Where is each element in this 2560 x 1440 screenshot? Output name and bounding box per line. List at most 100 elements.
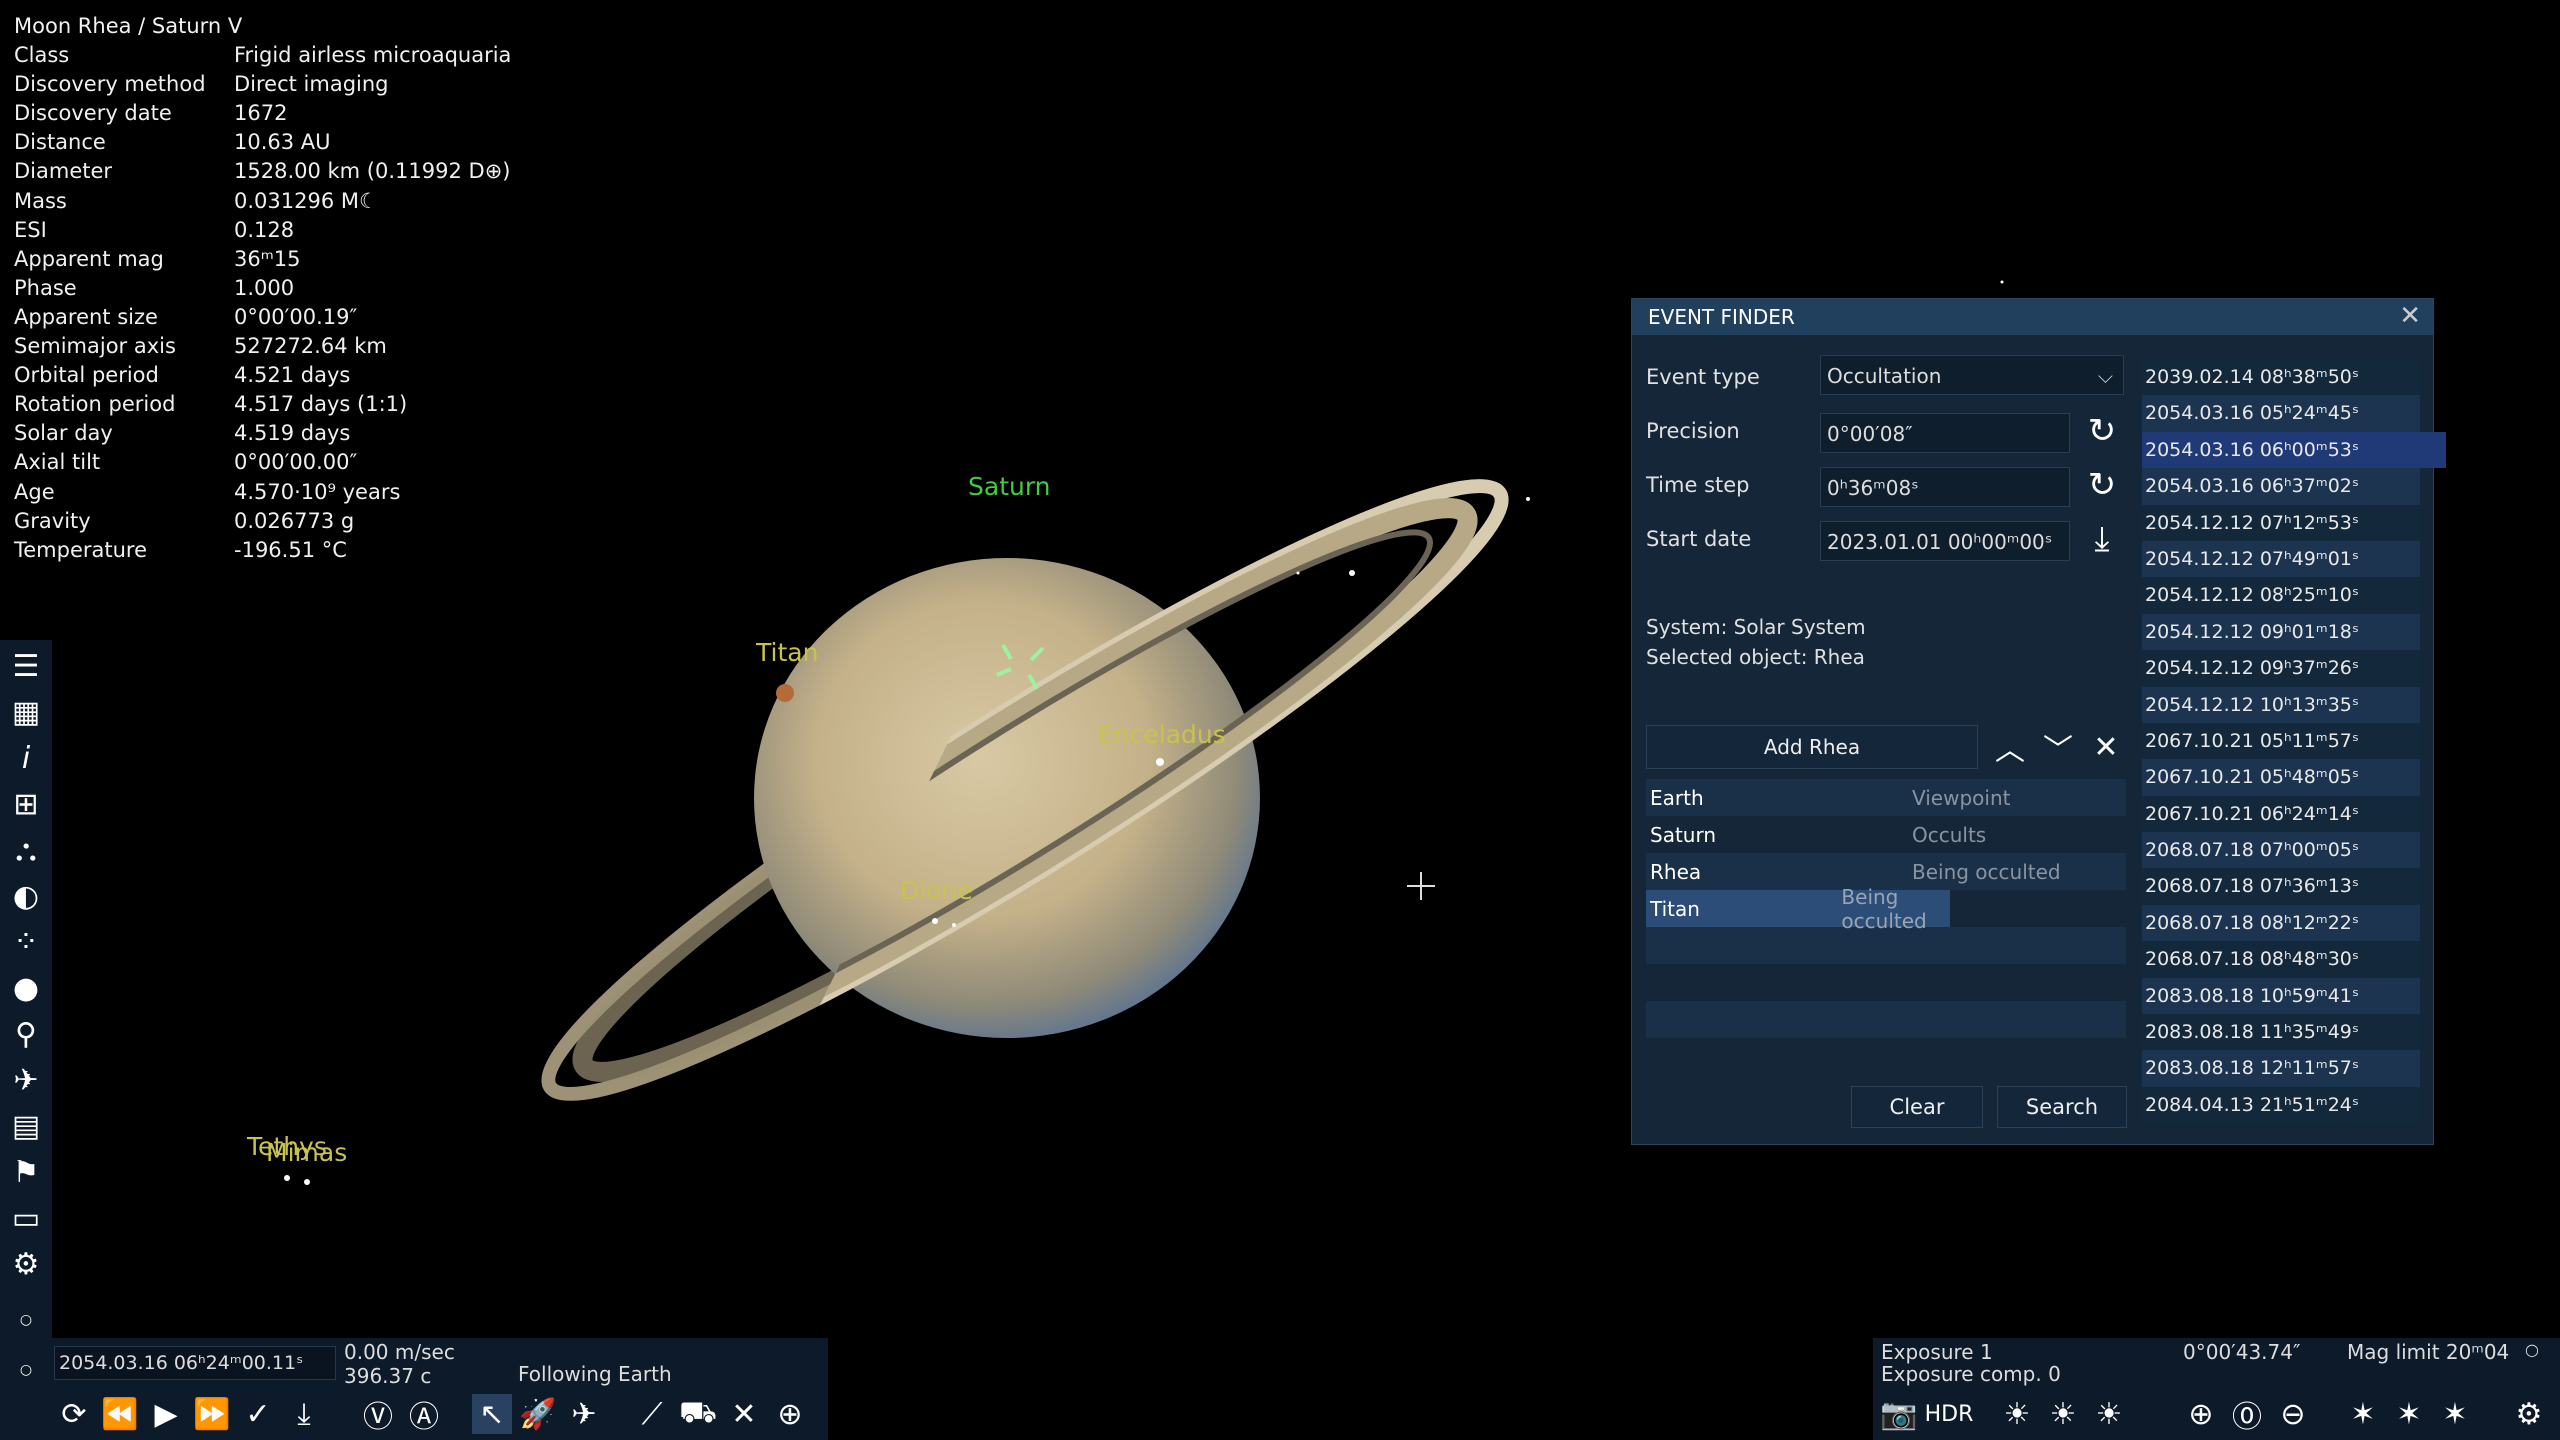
table-row[interactable]: Earth Viewpoint: [1646, 779, 2126, 816]
zoom-out-icon[interactable]: ⊖: [2273, 1394, 2313, 1434]
brightness-down-icon[interactable]: ☀: [1997, 1394, 2037, 1434]
zoom-in-icon[interactable]: ⊕: [2181, 1394, 2221, 1434]
realtime-check-icon[interactable]: ✓: [238, 1394, 278, 1434]
grid-icon[interactable]: ⊞: [6, 784, 46, 824]
label-saturn[interactable]: Saturn: [968, 472, 1051, 501]
list-item[interactable]: 2054.03.16 06ʰ37ᵐ02ˢ: [2142, 468, 2420, 505]
move-down-icon[interactable]: ﹀: [2038, 727, 2078, 768]
remove-icon[interactable]: ✕: [2086, 727, 2126, 767]
flag-icon[interactable]: ⚑: [6, 1152, 46, 1192]
star-brightness-down-icon[interactable]: ✶: [2343, 1394, 2383, 1434]
table-row[interactable]: [1646, 927, 2126, 964]
label-mimas[interactable]: Mimas: [266, 1138, 347, 1167]
cross-arrows-icon[interactable]: ✕: [724, 1394, 764, 1434]
list-item[interactable]: 2067.10.21 06ʰ24ᵐ14ˢ: [2142, 795, 2420, 833]
spaceship-icon[interactable]: ⛟: [678, 1394, 718, 1434]
play-icon[interactable]: ▶: [146, 1394, 186, 1434]
telescope-icon[interactable]: ⟋: [632, 1394, 672, 1434]
dot-icon: ○: [19, 1362, 33, 1378]
reset-time-step-icon[interactable]: ↻: [2082, 465, 2122, 505]
info-icon[interactable]: i: [6, 738, 46, 778]
camera-icon[interactable]: 📷: [1879, 1394, 1919, 1434]
settings-icon[interactable]: ⚙: [2509, 1394, 2549, 1434]
planets-icon[interactable]: ●: [6, 968, 46, 1008]
list-item[interactable]: 2083.08.18 12ʰ11ᵐ57ˢ: [2142, 1050, 2420, 1087]
time-step-input[interactable]: 0ʰ36ᵐ08ˢ: [1820, 467, 2070, 507]
label-dione[interactable]: Dione: [900, 876, 973, 905]
search-button[interactable]: Search: [1997, 1086, 2127, 1128]
object-list-icon[interactable]: ▦: [6, 692, 46, 732]
table-row[interactable]: Saturn Occults: [1646, 816, 2126, 853]
add-object-button[interactable]: Add Rhea: [1646, 725, 1978, 769]
table-row[interactable]: [1646, 1001, 2126, 1038]
reverse-time-icon[interactable]: ⟳: [54, 1394, 94, 1434]
info-key: Rotation period: [14, 392, 176, 417]
exposure-readout: Exposure 1: [1881, 1340, 1993, 1364]
target-icon[interactable]: ⊕: [770, 1394, 810, 1434]
list-item[interactable]: 2084.04.13 21ʰ51ᵐ24ˢ: [2142, 1086, 2420, 1124]
list-item[interactable]: 2067.10.21 05ʰ48ᵐ05ˢ: [2142, 759, 2420, 796]
list-item[interactable]: 2068.07.18 07ʰ36ᵐ13ˢ: [2142, 868, 2420, 905]
start-date-input[interactable]: 2023.01.01 00ʰ00ᵐ00ˢ: [1820, 521, 2070, 561]
list-item[interactable]: 2067.10.21 05ʰ11ᵐ57ˢ: [2142, 722, 2420, 760]
brightness-reset-icon[interactable]: ☀: [2043, 1394, 2083, 1434]
orbits-icon[interactable]: ◐: [6, 876, 46, 916]
land-icon[interactable]: ⤓: [284, 1394, 324, 1434]
list-item[interactable]: 2068.07.18 08ʰ12ᵐ22ˢ: [2142, 904, 2420, 942]
object-name: Titan: [1650, 896, 1700, 921]
close-icon[interactable]: ✕: [2399, 301, 2421, 331]
list-item[interactable]: 2083.08.18 11ʰ35ᵐ49ˢ: [2142, 1014, 2420, 1051]
event-type-select[interactable]: Occultation ⌵: [1820, 355, 2124, 395]
brightness-up-icon[interactable]: ☀: [2089, 1394, 2129, 1434]
rewind-icon[interactable]: ⏪: [100, 1394, 140, 1434]
info-value: 4.521 days: [234, 363, 351, 388]
ship-icon[interactable]: ✈: [6, 1060, 46, 1100]
list-item[interactable]: 2054.12.12 09ʰ37ᵐ26ˢ: [2142, 650, 2420, 687]
search-icon[interactable]: ⚲: [6, 1014, 46, 1054]
table-row[interactable]: [1646, 1038, 2126, 1075]
list-item[interactable]: 2054.03.16 05ʰ24ᵐ45ˢ: [2142, 395, 2420, 432]
zoom-reset-icon[interactable]: ⓪: [2227, 1394, 2267, 1435]
object-name: Saturn: [1650, 822, 1717, 847]
info-row: Solar day 4.519 days: [14, 419, 511, 448]
star-brightness-up-icon[interactable]: ✶: [2435, 1394, 2475, 1434]
select-pointer-icon[interactable]: ↖: [472, 1394, 512, 1434]
precision-input[interactable]: 0°00′08″: [1820, 413, 2070, 453]
move-up-icon[interactable]: ︿: [1990, 727, 2030, 768]
up-circle-icon[interactable]: Ⓐ: [404, 1394, 444, 1435]
table-row[interactable]: Titan Being occulted: [1646, 885, 1950, 933]
menu-icon[interactable]: ☰: [6, 646, 46, 686]
list-item[interactable]: 2039.02.14 08ʰ38ᵐ50ˢ: [2142, 359, 2420, 396]
info-value: 36ᵐ15: [234, 246, 301, 271]
object-name: Rhea: [1650, 859, 1702, 884]
info-key: Diameter: [14, 159, 113, 184]
list-item[interactable]: 2054.12.12 10ʰ13ᵐ35ˢ: [2142, 686, 2420, 723]
window-titlebar[interactable]: EVENT FINDER ✕: [1632, 299, 2433, 335]
constellations-icon[interactable]: ⛬: [6, 830, 46, 870]
flight-icon[interactable]: 🚀: [518, 1394, 558, 1434]
label-enceladus[interactable]: Enceladus: [1098, 720, 1226, 749]
list-item[interactable]: 2054.12.12 07ʰ49ᵐ01ˢ: [2142, 540, 2420, 578]
clear-button[interactable]: Clear: [1851, 1086, 1983, 1128]
list-item[interactable]: 2054.12.12 07ʰ12ᵐ53ˢ: [2142, 504, 2420, 541]
list-item[interactable]: 2054.12.12 08ʰ25ᵐ10ˢ: [2142, 577, 2420, 614]
list-item[interactable]: 2054.12.12 09ʰ01ᵐ18ˢ: [2142, 613, 2420, 651]
star-brightness-reset-icon[interactable]: ✶: [2389, 1394, 2429, 1434]
label-titan[interactable]: Titan: [756, 638, 818, 667]
fast-forward-icon[interactable]: ⏩: [192, 1394, 232, 1434]
reset-precision-icon[interactable]: ↻: [2082, 411, 2122, 451]
table-icon[interactable]: ▤: [6, 1106, 46, 1146]
table-row[interactable]: [1646, 964, 2126, 1001]
stars-icon[interactable]: ⁘: [6, 922, 46, 962]
list-item[interactable]: 2083.08.18 10ʰ59ᵐ41ˢ: [2142, 977, 2420, 1015]
list-item[interactable]: 2068.07.18 07ʰ00ᵐ05ˢ: [2142, 832, 2420, 869]
current-time-field[interactable]: 2054.03.16 06ʰ24ᵐ00.11ˢ: [54, 1346, 336, 1380]
airplane-icon[interactable]: ✈: [564, 1394, 604, 1434]
list-item[interactable]: 2068.07.18 08ʰ48ᵐ30ˢ: [2142, 941, 2420, 978]
display-icon[interactable]: ▭: [6, 1198, 46, 1238]
down-circle-icon[interactable]: Ⓥ: [358, 1394, 398, 1435]
settings-icon[interactable]: ⚙: [6, 1244, 46, 1284]
hdr-button[interactable]: HDR: [1925, 1394, 1974, 1434]
set-current-date-icon[interactable]: ⤓: [2082, 519, 2122, 559]
list-item[interactable]: 2054.03.16 06ʰ00ᵐ53ˢ: [2142, 431, 2446, 469]
